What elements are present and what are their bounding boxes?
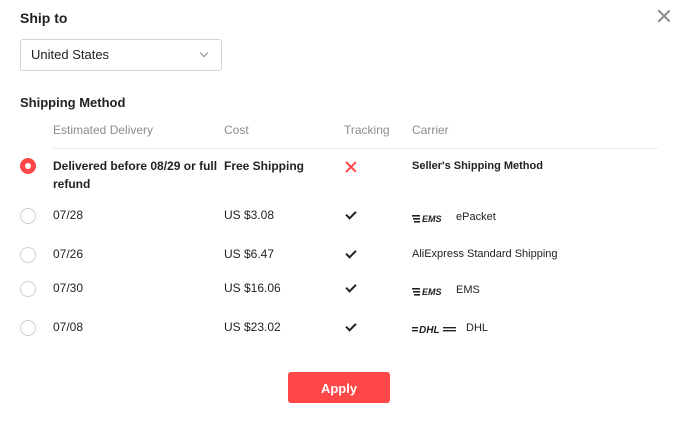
svg-text:DHL: DHL	[419, 325, 440, 334]
shipping-method-title: Shipping Method	[20, 95, 126, 110]
checkmark-icon	[345, 281, 357, 293]
delivery-estimate: 07/26	[53, 247, 84, 261]
svg-text:EMS: EMS	[422, 287, 442, 296]
close-icon[interactable]	[657, 9, 671, 23]
dhl-logo-icon: DHL	[412, 325, 456, 334]
shipping-cost: US $3.08	[224, 208, 275, 222]
delivery-estimate: 07/30	[53, 281, 84, 295]
carrier-name: Seller's Shipping Method	[412, 160, 543, 172]
country-select-value: United States	[31, 47, 110, 62]
shipping-cost: US $16.06	[224, 281, 281, 295]
radio-selected[interactable]	[20, 158, 36, 174]
carrier-name: AliExpress Standard Shipping	[412, 248, 558, 260]
svg-text:EMS: EMS	[422, 214, 442, 223]
delivery-estimate: Delivered before 08/29 or full refund	[53, 159, 218, 191]
delivery-estimate: 07/08	[53, 320, 84, 334]
column-header-tracking: Tracking	[344, 123, 390, 137]
ems-logo-icon: EMS	[412, 214, 442, 223]
country-select[interactable]: United States	[20, 39, 222, 71]
column-header-carrier: Carrier	[412, 123, 449, 137]
no-tracking-icon	[345, 161, 357, 173]
checkmark-icon	[345, 320, 357, 332]
radio-unselected[interactable]	[20, 247, 36, 263]
carrier-name: EMS	[456, 284, 480, 296]
ems-logo-icon: EMS	[412, 287, 442, 296]
apply-button[interactable]: Apply	[288, 372, 390, 403]
shipping-cost: Free Shipping	[224, 159, 305, 173]
shipping-cost: US $6.47	[224, 247, 275, 261]
carrier-name: DHL	[466, 322, 489, 334]
radio-unselected[interactable]	[20, 320, 36, 336]
column-header-delivery: Estimated Delivery	[53, 123, 154, 137]
ship-to-title: Ship to	[20, 10, 68, 26]
carrier-name: ePacket	[456, 211, 496, 223]
delivery-estimate: 07/28	[53, 208, 84, 222]
chevron-down-icon	[199, 48, 209, 58]
checkmark-icon	[345, 247, 357, 259]
radio-unselected[interactable]	[20, 208, 36, 224]
column-header-cost: Cost	[224, 123, 249, 137]
shipping-cost: US $23.02	[224, 320, 281, 334]
header-divider	[53, 148, 658, 149]
radio-unselected[interactable]	[20, 281, 36, 297]
checkmark-icon	[345, 208, 357, 220]
